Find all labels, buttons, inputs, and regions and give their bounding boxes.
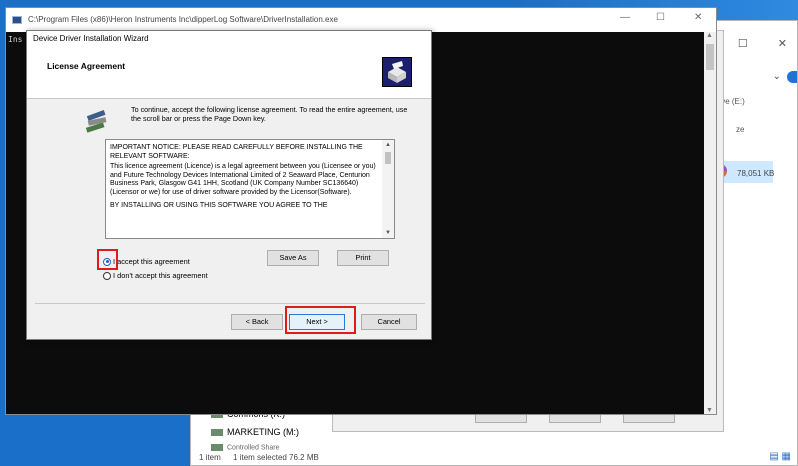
status-bar: 1 item 1 item selected 76.2 MB	[199, 453, 329, 462]
print-button[interactable]: Print	[337, 250, 389, 266]
console-minimize-button[interactable]: —	[620, 12, 630, 23]
back-button[interactable]: < Back	[231, 314, 283, 330]
accept-radio[interactable]: I accept this agreement	[103, 257, 190, 266]
scroll-down-icon[interactable]: ▼	[385, 230, 391, 236]
explorer-maximize-button[interactable]: ☐	[738, 37, 748, 50]
scroll-down-icon[interactable]: ▼	[706, 407, 713, 414]
accept-radio-label[interactable]: I accept this agreement	[113, 257, 190, 266]
status-item-count: 1 item	[199, 453, 221, 462]
driver-install-wizard[interactable]: Device Driver Installation Wizard Licens…	[26, 30, 432, 340]
license-paragraph: BY INSTALLING OR USING THIS SOFTWARE YOU…	[110, 201, 328, 209]
wizard-header-title: License Agreement	[47, 61, 126, 71]
scroll-up-icon[interactable]: ▲	[706, 32, 713, 39]
nav-item-marketing[interactable]: MARKETING (M:)	[211, 427, 299, 437]
wizard-window-title: Device Driver Installation Wizard	[33, 34, 149, 43]
console-maximize-button[interactable]: ☐	[656, 12, 665, 23]
radio-selected-icon[interactable]	[103, 257, 111, 266]
column-header-size[interactable]: ze	[736, 125, 744, 134]
scroll-up-icon[interactable]: ▲	[385, 142, 391, 148]
nav-item-controlled-share[interactable]: Controlled Share	[211, 444, 280, 451]
network-drive-icon	[211, 444, 223, 451]
license-paragraph: This licence agreement (Licence) is a le…	[110, 163, 376, 196]
file-size: 78,051 KB	[737, 169, 775, 178]
save-as-button[interactable]: Save As	[267, 250, 319, 266]
chevron-down-icon[interactable]: ⌄	[773, 71, 781, 82]
status-selection: 1 item selected 76.2 MB	[233, 453, 319, 462]
console-output: Ins	[8, 35, 23, 44]
help-icon[interactable]	[787, 71, 797, 83]
network-drive-icon	[211, 429, 223, 437]
next-button[interactable]: Next >	[289, 314, 345, 330]
desktop: — ☐ ✕ ⌄ Drive (E:) ze 78,051 KB Commons …	[0, 0, 798, 466]
license-paragraph: IMPORTANT NOTICE: PLEASE READ CAREFULLY …	[110, 144, 363, 160]
console-titlebar[interactable]: C:\Program Files (x86)\Heron Instruments…	[6, 8, 716, 32]
wizard-intro-text: To continue, accept the following licens…	[131, 105, 408, 123]
wizard-divider	[35, 303, 425, 304]
wizard-titlebar[interactable]: Device Driver Installation Wizard	[27, 31, 431, 47]
wizard-header: License Agreement	[27, 47, 431, 99]
console-app-icon	[12, 16, 22, 24]
console-close-button[interactable]: ✕	[694, 12, 702, 23]
console-scroll-thumb[interactable]	[706, 44, 714, 70]
setup-box-icon	[382, 57, 412, 87]
license-scroll-thumb[interactable]	[385, 152, 391, 164]
console-scrollbar[interactable]: ▲ ▼	[704, 32, 716, 414]
decline-radio[interactable]: I don't accept this agreement	[103, 271, 208, 280]
license-text: IMPORTANT NOTICE: PLEASE READ CAREFULLY …	[110, 144, 382, 212]
cancel-button[interactable]: Cancel	[361, 314, 417, 330]
view-toggle-icons[interactable]: ▤ ▦	[769, 451, 791, 462]
license-textbox[interactable]: IMPORTANT NOTICE: PLEASE READ CAREFULLY …	[105, 139, 395, 239]
license-books-icon	[85, 110, 107, 133]
license-scrollbar[interactable]: ▲ ▼	[382, 140, 394, 238]
decline-radio-label[interactable]: I don't accept this agreement	[113, 271, 208, 280]
radio-unselected-icon[interactable]	[103, 271, 111, 280]
explorer-close-button[interactable]: ✕	[778, 37, 787, 50]
console-title: C:\Program Files (x86)\Heron Instruments…	[28, 15, 338, 24]
